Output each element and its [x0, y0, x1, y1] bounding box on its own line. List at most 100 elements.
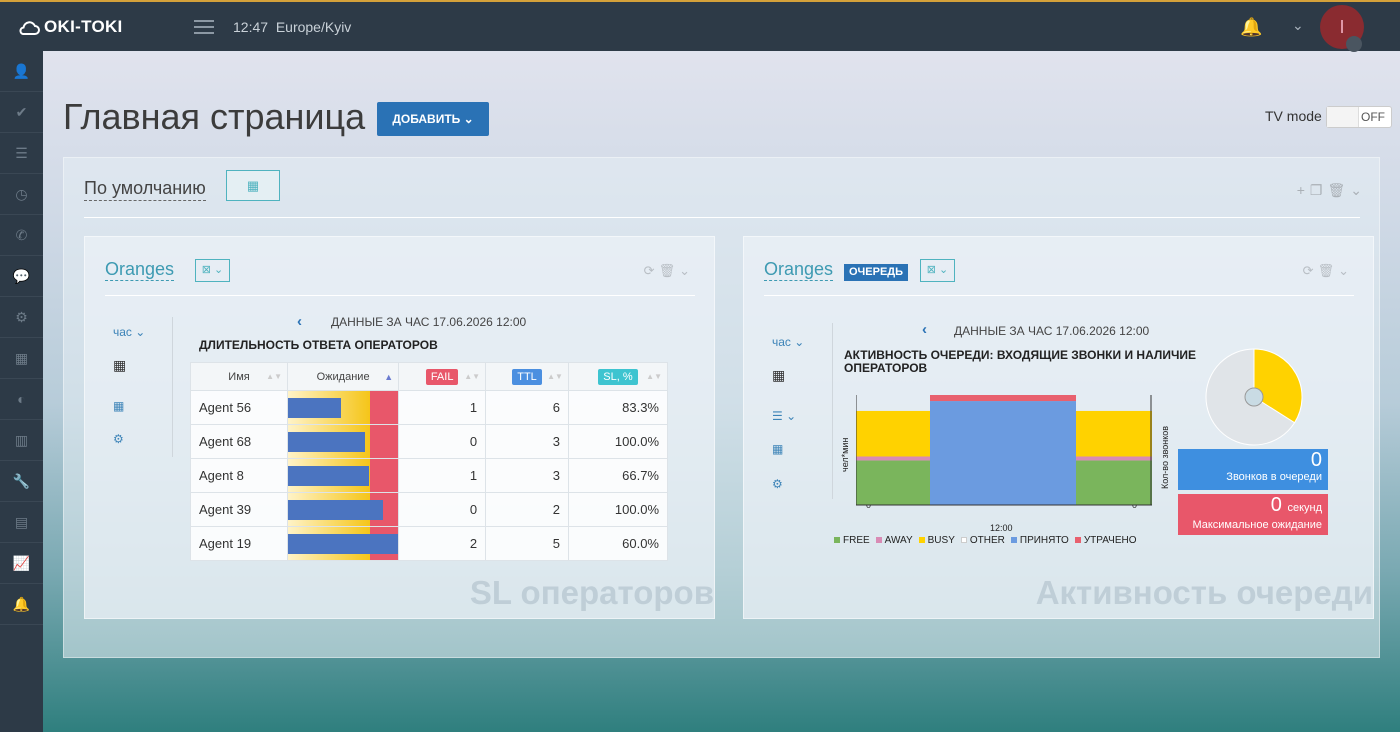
clock-icon[interactable]: ◷ [0, 174, 43, 215]
table-icon[interactable]: ▤ [0, 502, 43, 543]
trash-icon[interactable]: 🗑 [1318, 263, 1339, 278]
pie-chart [1205, 348, 1303, 446]
settings-icon[interactable]: ⚙ [772, 477, 783, 491]
refresh-icon[interactable]: ⟳ [644, 263, 659, 278]
calendar-button[interactable]: ▦ [226, 170, 280, 201]
col-fail[interactable]: FAIL ▲▼ [398, 362, 487, 391]
chat-icon[interactable]: 💬 [0, 256, 43, 297]
prev-arrow-icon[interactable]: ‹ [922, 321, 927, 338]
bell-icon[interactable]: 🔔 [0, 584, 43, 625]
toggle-icon[interactable]: ◐ [0, 379, 43, 420]
widget-queue-activity: Oranges ОЧЕРЕДЬ ⊠ ⌄ ⟳🗑⌄ час ⌄ ▦ ☰ ⌄ ▦ ⚙ … [743, 236, 1374, 619]
col-ttl[interactable]: TTL ▲▼ [485, 362, 569, 391]
tv-mode-label: TV mode [1265, 108, 1322, 124]
legend-item[interactable]: OTHER [960, 535, 1005, 546]
cell-ttl: 6 [485, 390, 569, 425]
user-icon[interactable]: 👤 [0, 51, 43, 92]
max-wait-unit: секунд [1287, 502, 1322, 514]
col-sl[interactable]: SL, % ▲▼ [567, 362, 669, 391]
add-button-label: ДОБАВИТЬ [392, 112, 461, 126]
legend-item[interactable]: AWAY [875, 535, 913, 546]
tv-mode-state: OFF [1361, 110, 1385, 124]
refresh-icon[interactable]: ⟳ [1303, 263, 1318, 278]
chevron-down-icon: ⌄ [463, 112, 474, 126]
cell-name: Agent 19 [189, 526, 289, 561]
user-menu-chevron-icon[interactable]: ⌄ [1292, 17, 1304, 34]
trash-icon[interactable]: 🗑 [1327, 182, 1350, 198]
legend-item[interactable]: BUSY [918, 535, 955, 546]
cell-fail: 1 [398, 458, 487, 493]
phone-icon[interactable]: ✆ [0, 215, 43, 256]
widget-watermark: Активность очереди [1035, 574, 1373, 611]
list-icon[interactable]: ☰ [0, 133, 43, 174]
col-wait[interactable]: Ожидание ▲ [287, 362, 400, 391]
chevron-down-icon[interactable]: ⌄ [679, 263, 694, 278]
col-fail-label: FAIL [425, 368, 459, 385]
widget-title[interactable]: Oranges [105, 259, 175, 281]
col-wait-label: Ожидание [316, 370, 370, 383]
bar-chart-icon[interactable]: ▥ [0, 420, 43, 461]
max-wait-value: 0 [1270, 494, 1282, 516]
add-button[interactable]: ДОБАВИТЬ ⌄ [377, 102, 489, 136]
excel-export-button[interactable]: ⊠ ⌄ [195, 259, 230, 282]
y-left-label: чел*мин [840, 437, 850, 472]
table-icon[interactable]: ▦ [772, 442, 783, 456]
cell-fail: 1 [398, 390, 487, 425]
cell-name: Agent 39 [189, 492, 289, 527]
wait-bar-cell [287, 390, 400, 425]
pie-center [1244, 387, 1264, 407]
copy-icon[interactable]: ❐ [1310, 182, 1328, 198]
chevron-down-icon[interactable]: ⌄ [1350, 182, 1367, 198]
trash-icon[interactable]: 🗑 [659, 263, 680, 278]
calendar-icon[interactable]: ▦ [113, 357, 126, 374]
col-name[interactable]: Имя ▲▼ [189, 362, 289, 391]
notifications-bell-icon[interactable]: 🔔 [1240, 17, 1262, 38]
prev-arrow-icon[interactable]: ‹ [297, 313, 302, 330]
menu-toggle-icon[interactable] [194, 20, 214, 34]
dashboard-title[interactable]: По умолчанию [84, 178, 206, 201]
chart-title: ДЛИТЕЛЬНОСТЬ ОТВЕТА ОПЕРАТОРОВ [199, 338, 438, 352]
wait-bar-cell [287, 526, 400, 561]
legend-item[interactable]: FREE [834, 535, 870, 546]
lost-bar [930, 395, 1076, 402]
queue-calls-card: 0 Звонков в очереди [1178, 449, 1328, 490]
calendar-icon[interactable]: ▦ [772, 367, 785, 384]
grid-icon[interactable]: ▦ [0, 338, 43, 379]
cell-sl: 100.0% [567, 424, 669, 459]
line-chart-icon[interactable]: 📈 [0, 543, 43, 584]
clock: 12:47 Europe/Kyiv [233, 19, 351, 35]
wait-bar [288, 398, 341, 418]
table-row: Agent 68 0 3 100.0% [189, 424, 669, 459]
cell-sl: 83.3% [567, 390, 669, 425]
cell-fail: 0 [398, 492, 487, 527]
legend-item[interactable]: УТРАЧЕНО [1074, 535, 1137, 546]
gears-icon[interactable]: ⚙ [0, 297, 43, 338]
logo-text: OKI-TOKI [44, 17, 123, 36]
col-sl-label: SL, % [598, 368, 638, 385]
tv-mode-toggle[interactable]: OFF [1326, 106, 1392, 128]
max-wait-card: 0 секунд Максимальное ожидание [1178, 494, 1328, 535]
period-select[interactable]: час ⌄ [772, 335, 804, 349]
period-select[interactable]: час ⌄ [113, 325, 145, 339]
clock-time: 12:47 [233, 19, 269, 35]
check-icon[interactable]: ✔ [0, 92, 43, 133]
table-icon[interactable]: ▦ [113, 399, 124, 413]
cell-ttl: 3 [485, 424, 569, 459]
plus-icon[interactable]: + [1297, 182, 1310, 198]
chevron-down-icon[interactable]: ⌄ [1338, 263, 1353, 278]
cell-ttl: 2 [485, 492, 569, 527]
wait-bar [288, 534, 399, 554]
table-row: Agent 39 0 2 100.0% [189, 492, 669, 527]
legend-item[interactable]: ПРИНЯТО [1010, 535, 1069, 546]
logo[interactable]: OKI-TOKI [18, 17, 123, 37]
settings-icon[interactable]: ⚙ [113, 432, 124, 446]
list-icon[interactable]: ☰ ⌄ [772, 409, 796, 423]
table-row: Agent 19 2 5 60.0% [189, 526, 669, 561]
widget-title[interactable]: Oranges [764, 259, 834, 281]
wait-bar [288, 432, 366, 452]
wrench-icon[interactable]: 🔧 [0, 461, 43, 502]
clock-timezone: Europe/Kyiv [275, 19, 352, 35]
col-name-label: Имя [228, 370, 250, 383]
excel-export-button[interactable]: ⊠ ⌄ [920, 259, 955, 282]
queue-calls-label: Звонков в очереди [1226, 471, 1322, 483]
